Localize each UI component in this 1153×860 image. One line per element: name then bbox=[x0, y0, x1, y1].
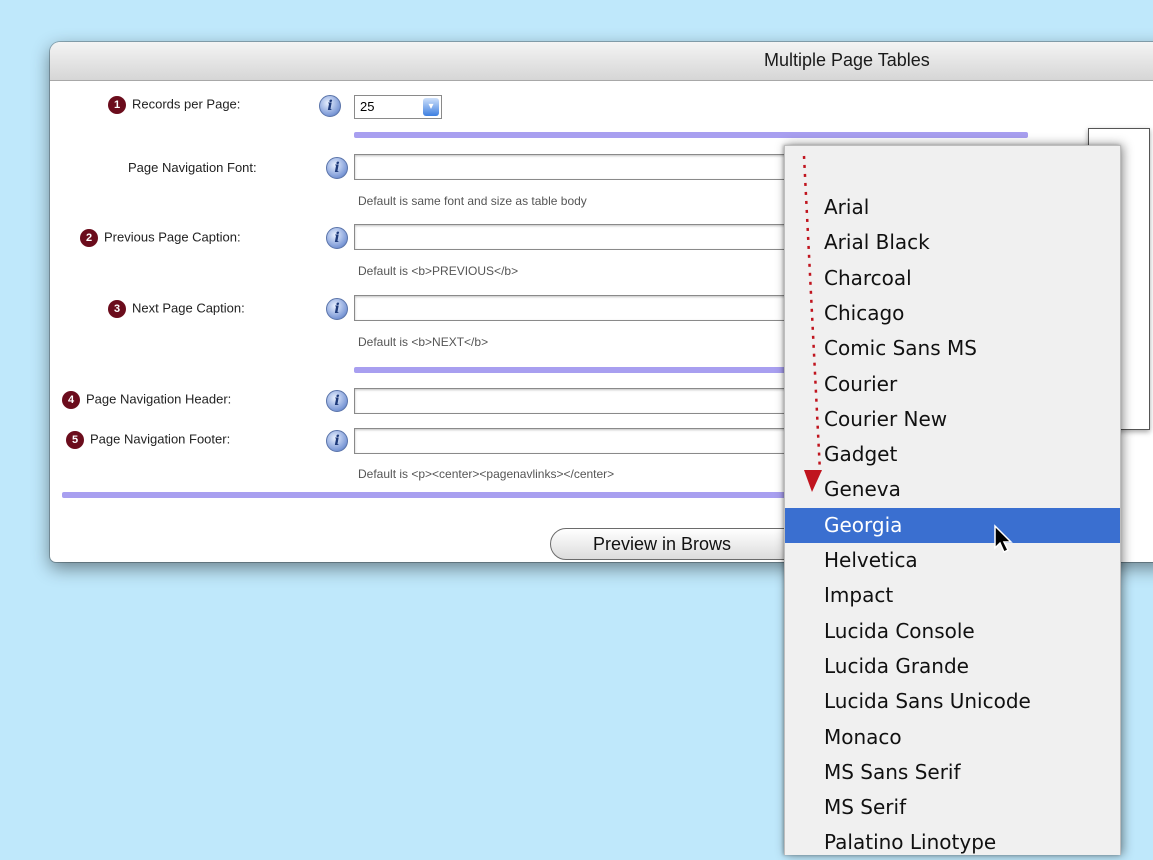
previous-page-caption-label: 2 Previous Page Caption: bbox=[80, 229, 241, 247]
info-icon[interactable]: i bbox=[326, 227, 348, 249]
next-page-caption-hint: Default is <b>NEXT</b> bbox=[358, 335, 489, 349]
page-navigation-font-field[interactable] bbox=[354, 154, 794, 180]
window-title: Multiple Page Tables bbox=[764, 50, 930, 70]
records-per-page-value: 25 bbox=[360, 99, 375, 114]
font-menu-item[interactable]: Georgia bbox=[785, 507, 1120, 543]
red-dotted-arrow-icon bbox=[802, 155, 822, 492]
font-menu-item[interactable]: Lucida Grande bbox=[785, 649, 1120, 684]
font-menu-item[interactable]: Geneva bbox=[785, 472, 1120, 507]
records-per-page-select[interactable]: 25 ▾ bbox=[354, 95, 442, 119]
step-badge-5: 5 bbox=[66, 431, 84, 449]
page-navigation-font-label: Page Navigation Font: bbox=[128, 160, 257, 175]
records-per-page-label: 1 Records per Page: bbox=[108, 96, 240, 114]
font-dropdown-menu[interactable]: Arial Arial Black Charcoal Chicago Comic San… bbox=[784, 145, 1121, 855]
font-menu-item[interactable]: Lucida Sans Unicode bbox=[785, 684, 1120, 719]
page-navigation-footer-field[interactable] bbox=[354, 428, 794, 454]
step-badge-1: 1 bbox=[108, 96, 126, 114]
font-menu-item[interactable]: MS Sans Serif bbox=[785, 755, 1120, 790]
page-navigation-header-label: 4 Page Navigation Header: bbox=[62, 391, 231, 409]
next-page-caption-label: 3 Next Page Caption: bbox=[108, 300, 245, 318]
previous-page-caption-hint: Default is <b>PREVIOUS</b> bbox=[358, 264, 519, 278]
font-menu-item[interactable]: Lucida Console bbox=[785, 614, 1120, 649]
font-menu-item[interactable]: Gadget bbox=[785, 437, 1120, 472]
step-badge-3: 3 bbox=[108, 300, 126, 318]
page-navigation-footer-hint: Default is <p><center><pagenavlinks></ce… bbox=[358, 467, 615, 481]
font-menu-item[interactable]: Comic Sans MS bbox=[785, 331, 1120, 366]
previous-page-caption-field[interactable] bbox=[354, 224, 794, 250]
font-menu-item[interactable]: Impact bbox=[785, 578, 1120, 613]
font-menu-item[interactable]: Courier New bbox=[785, 402, 1120, 437]
info-icon[interactable]: i bbox=[326, 298, 348, 320]
next-page-caption-field[interactable] bbox=[354, 295, 794, 321]
chevron-down-icon[interactable]: ▾ bbox=[423, 98, 439, 116]
mouse-pointer-icon bbox=[994, 524, 1013, 554]
font-menu-item[interactable]: Charcoal bbox=[785, 261, 1120, 296]
info-icon[interactable]: i bbox=[319, 95, 341, 117]
font-menu-item[interactable]: Helvetica bbox=[785, 543, 1120, 578]
font-menu-item[interactable]: Chicago bbox=[785, 296, 1120, 331]
step-badge-2: 2 bbox=[80, 229, 98, 247]
page-navigation-footer-label: 5 Page Navigation Footer: bbox=[66, 431, 230, 449]
step-badge-4: 4 bbox=[62, 391, 80, 409]
font-menu-item[interactable]: MS Serif bbox=[785, 790, 1120, 825]
font-menu-item[interactable]: Arial Black bbox=[785, 225, 1120, 260]
separator bbox=[354, 367, 794, 373]
page-navigation-font-hint: Default is same font and size as table b… bbox=[358, 194, 587, 208]
font-menu-item[interactable]: Courier bbox=[785, 367, 1120, 402]
title-bar[interactable]: Multiple Page Tables bbox=[50, 42, 1153, 81]
font-menu-item[interactable]: Palatino Linotype bbox=[785, 825, 1120, 860]
info-icon[interactable]: i bbox=[326, 157, 348, 179]
page-navigation-header-field[interactable] bbox=[354, 388, 794, 414]
info-icon[interactable]: i bbox=[326, 430, 348, 452]
font-menu-item[interactable]: Monaco bbox=[785, 720, 1120, 755]
info-icon[interactable]: i bbox=[326, 390, 348, 412]
font-menu-item[interactable]: Arial bbox=[785, 190, 1120, 225]
separator bbox=[354, 132, 1028, 138]
